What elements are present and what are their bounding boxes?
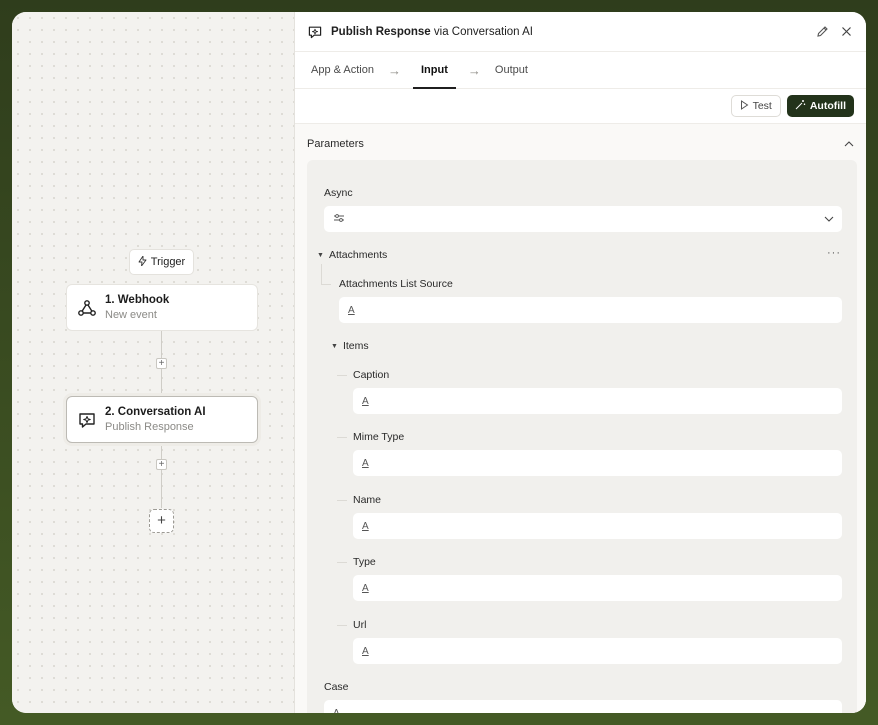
- caption-input[interactable]: A: [353, 388, 842, 414]
- trigger-chip[interactable]: Trigger: [129, 249, 194, 275]
- case-label: Case: [324, 681, 349, 693]
- node-conversation-ai[interactable]: 2. Conversation AI Publish Response: [66, 396, 258, 443]
- workflow-canvas[interactable]: Trigger 1. Webhook New event + 2. Conver…: [12, 12, 294, 713]
- url-input[interactable]: A: [353, 638, 842, 664]
- case-input[interactable]: A: [324, 700, 842, 713]
- tree-line: [337, 500, 347, 501]
- autofill-button[interactable]: Autofill: [786, 95, 854, 117]
- edit-icon[interactable]: [814, 24, 830, 40]
- name-input[interactable]: A: [353, 513, 842, 539]
- add-step-button[interactable]: +: [156, 358, 167, 369]
- tree-line: [337, 375, 347, 376]
- tab-app-action[interactable]: App & Action: [311, 52, 374, 89]
- async-label: Async: [324, 187, 353, 199]
- type-label: Type: [353, 556, 376, 568]
- app-window: Trigger 1. Webhook New event + 2. Conver…: [12, 12, 866, 713]
- text-type-icon: A: [362, 457, 369, 469]
- tree-line: [337, 625, 347, 626]
- panel-title: Publish Response via Conversation AI: [331, 26, 806, 38]
- more-options-icon[interactable]: ···: [827, 247, 841, 259]
- tree-line: [321, 284, 331, 285]
- chevron-up-icon[interactable]: [844, 138, 854, 150]
- text-type-icon: A: [348, 304, 355, 316]
- trigger-label: Trigger: [150, 256, 186, 268]
- attachments-section-toggle[interactable]: ▼ Attachments: [317, 249, 387, 261]
- panel-title-action: Publish Response: [331, 25, 431, 38]
- node-title: 2. Conversation AI: [105, 406, 206, 418]
- webhook-icon: [77, 298, 97, 318]
- caption-label: Caption: [353, 369, 390, 381]
- node-title: 1. Webhook: [105, 294, 170, 306]
- node-webhook[interactable]: 1. Webhook New event: [66, 284, 258, 331]
- tree-line: [337, 562, 347, 563]
- name-label: Name: [353, 494, 382, 506]
- play-icon: [740, 99, 749, 113]
- text-type-icon: A: [333, 707, 340, 714]
- panel-body: Parameters Async ▼ Attachments ··· Attac…: [295, 124, 866, 713]
- tree-line: [337, 437, 347, 438]
- panel-title-via: via: [430, 25, 452, 38]
- tab-input[interactable]: Input: [413, 52, 456, 89]
- items-label: Items: [342, 340, 369, 352]
- mime-type-label: Mime Type: [353, 431, 405, 443]
- panel-toolbar: Test Autofill: [295, 89, 866, 124]
- node-subtitle: New event: [105, 309, 157, 321]
- arrow-right-icon: →: [467, 62, 481, 78]
- text-type-icon: A: [362, 582, 369, 594]
- bolt-icon: [138, 255, 147, 269]
- step-config-panel: Publish Response via Conversation AI App…: [294, 12, 866, 713]
- tree-line: [321, 264, 322, 284]
- caret-down-icon: ▼: [317, 251, 324, 259]
- text-type-icon: A: [362, 645, 369, 657]
- chat-sparkle-icon: [307, 24, 323, 40]
- url-label: Url: [353, 619, 367, 631]
- tab-output[interactable]: Output: [495, 52, 528, 89]
- text-type-icon: A: [362, 395, 369, 407]
- items-section-toggle[interactable]: ▼ Items: [331, 340, 369, 352]
- attachments-label: Attachments: [328, 249, 388, 261]
- node-subtitle: Publish Response: [105, 421, 194, 433]
- toggle-options-icon: [333, 213, 345, 226]
- arrow-right-icon: →: [388, 62, 401, 78]
- text-type-icon: A: [362, 520, 369, 532]
- autofill-label: Autofill: [809, 100, 846, 112]
- add-step-button[interactable]: +: [156, 459, 167, 470]
- attachments-list-source-label: Attachments List Source: [339, 278, 453, 290]
- test-label: Test: [752, 100, 772, 112]
- async-select[interactable]: [324, 206, 842, 232]
- mime-type-input[interactable]: A: [353, 450, 842, 476]
- magic-wand-icon: [795, 99, 806, 113]
- chevron-down-icon: [824, 214, 834, 225]
- parameters-label: Parameters: [307, 138, 364, 150]
- close-icon[interactable]: [838, 24, 854, 40]
- test-button[interactable]: Test: [730, 95, 781, 117]
- parameters-card: Async ▼ Attachments ··· Attachments List…: [307, 160, 857, 713]
- panel-title-app: Conversation AI: [451, 25, 533, 38]
- panel-tabs: App & Action → Input → Output: [295, 52, 866, 89]
- parameters-header[interactable]: Parameters: [295, 124, 866, 164]
- add-node-button[interactable]: +: [149, 509, 174, 533]
- attachments-list-source-input[interactable]: A: [339, 297, 842, 323]
- type-input[interactable]: A: [353, 575, 842, 601]
- caret-down-icon: ▼: [331, 342, 338, 350]
- chat-sparkle-icon: [77, 410, 97, 430]
- panel-header: Publish Response via Conversation AI: [295, 12, 866, 52]
